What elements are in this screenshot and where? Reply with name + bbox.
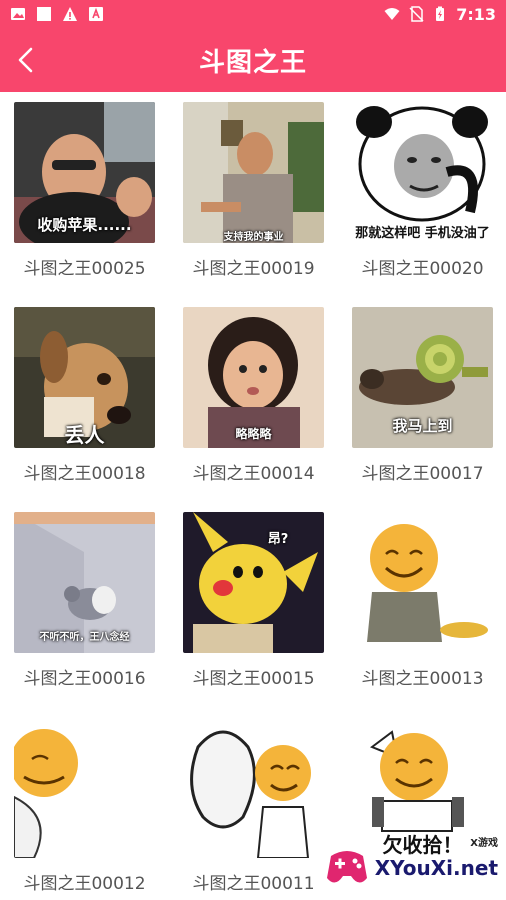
sticker-caption: 斗图之王00017 [361, 464, 484, 484]
watermark: XYouXi.net X游戏 [325, 838, 498, 888]
warning-icon [62, 6, 78, 22]
grid-item[interactable]: 斗图之王00012 [0, 707, 169, 900]
gamepad-logo-icon [326, 851, 367, 883]
chevron-left-icon [18, 47, 33, 73]
sticker-overlay-text: 收购苹果...... [37, 216, 132, 234]
grid-item[interactable]: 那就这样吧 手机没油了 斗图之王00020 [338, 92, 506, 297]
sticker-caption: 斗图之王00014 [192, 464, 315, 484]
app-bar: 斗图之王 [0, 28, 506, 92]
no-sim-icon [408, 6, 424, 22]
sticker-caption: 斗图之王00025 [23, 259, 146, 279]
sticker-grid: 收购苹果...... 斗图之王00025 支持我的事业 斗图之王00019 那就… [0, 92, 506, 900]
sticker-caption: 斗图之王00018 [23, 464, 146, 484]
watermark-small-text: X游戏 [470, 838, 498, 849]
sticker-image[interactable]: 昂? [183, 512, 324, 653]
sticker-overlay-text: 我马上到 [392, 417, 453, 435]
grid-item[interactable]: 收购苹果...... 斗图之王00025 [0, 92, 169, 297]
sticker-caption: 斗图之王00013 [361, 669, 484, 689]
sticker-image[interactable]: 支持我的事业 [183, 102, 324, 243]
sticker-overlay-text: 丢人 [64, 423, 105, 447]
sticker-image[interactable]: 收购苹果...... [14, 102, 155, 243]
battery-charging-icon [432, 6, 448, 22]
watermark-text: XYouXi.net [374, 856, 498, 880]
sticker-image[interactable] [352, 512, 493, 653]
sticker-overlay-text: 那就这样吧 手机没油了 [355, 226, 490, 241]
grid-item[interactable]: 我马上到 斗图之王00017 [338, 297, 506, 502]
sticker-overlay-text: 支持我的事业 [223, 232, 284, 243]
page-title: 斗图之王 [198, 47, 307, 78]
grid-item[interactable]: 支持我的事业 斗图之王00019 [169, 92, 338, 297]
sticker-caption: 斗图之王00011 [192, 874, 315, 894]
grid-item[interactable]: 不听不听，王八念经 斗图之王00016 [0, 502, 169, 707]
sticker-image[interactable]: 那就这样吧 手机没油了 [352, 102, 493, 243]
wifi-icon [384, 6, 400, 22]
sticker-image[interactable]: 我马上到 [352, 307, 493, 448]
sticker-caption: 斗图之王00016 [23, 669, 146, 689]
grid-item[interactable]: 斗图之王00013 [338, 502, 506, 707]
status-time: 7:13 [456, 4, 496, 24]
status-bar: 7:13 [0, 0, 506, 28]
grid-item[interactable]: 昂? 斗图之王00015 [169, 502, 338, 707]
square-icon [36, 6, 52, 22]
sticker-image[interactable]: 略略略 [183, 307, 324, 448]
sticker-caption: 斗图之王00020 [361, 259, 484, 279]
sticker-image[interactable] [14, 717, 155, 858]
sticker-caption: 斗图之王00015 [192, 669, 315, 689]
sticker-image[interactable]: 丢人 [14, 307, 155, 448]
back-button[interactable] [8, 42, 44, 78]
sticker-caption: 斗图之王00012 [23, 874, 146, 894]
sticker-caption: 斗图之王00019 [192, 259, 315, 279]
grid-item[interactable]: 丢人 斗图之王00018 [0, 297, 169, 502]
sticker-image[interactable]: 不听不听，王八念经 [14, 512, 155, 653]
image-icon [10, 6, 26, 22]
sticker-overlay-text: 不听不听，王八念经 [39, 632, 130, 643]
grid-item[interactable]: 略略略 斗图之王00014 [169, 297, 338, 502]
sticker-image[interactable] [183, 717, 324, 858]
grid-item[interactable]: 斗图之王00011 [169, 707, 338, 900]
sticker-overlay-text: 略略略 [235, 427, 272, 441]
sticker-overlay-text: 昂? [267, 532, 289, 547]
text-icon [88, 6, 104, 22]
